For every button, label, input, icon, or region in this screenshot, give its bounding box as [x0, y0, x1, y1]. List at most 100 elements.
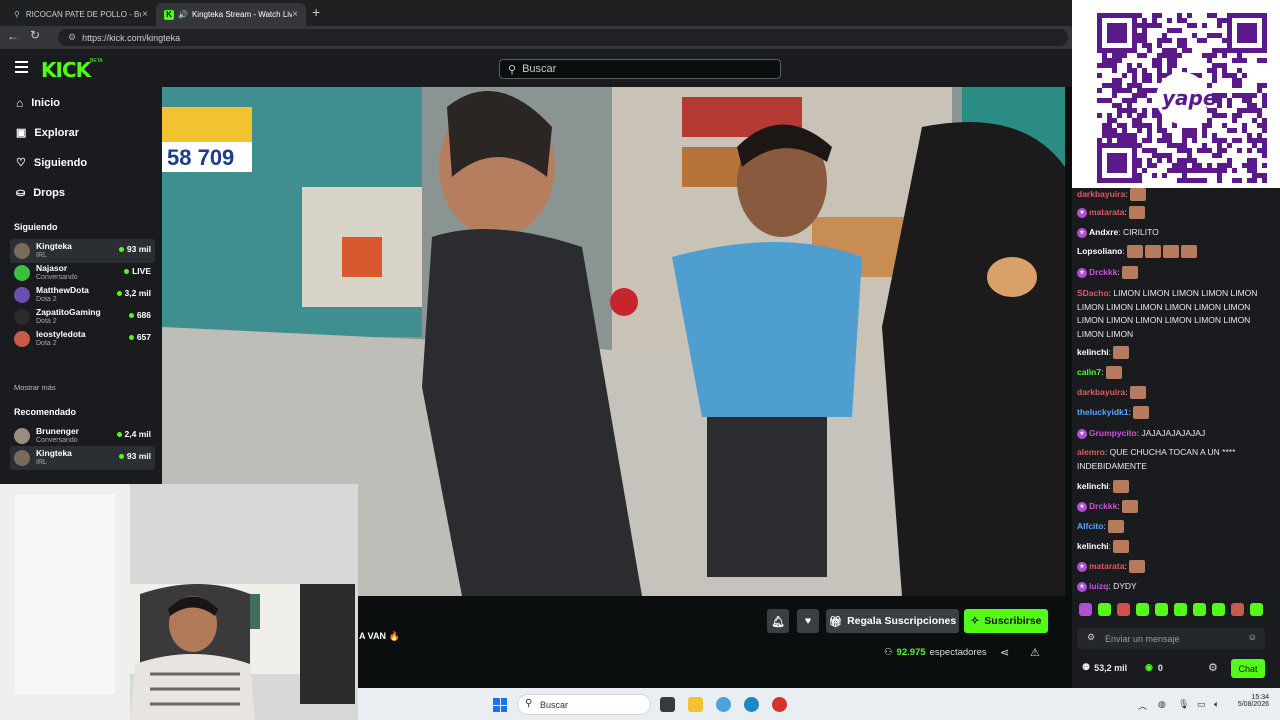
chat-username[interactable]: Drckkk: [1089, 267, 1117, 277]
channel-points[interactable]: ⚉ 53,2 mil: [1082, 662, 1127, 673]
tray-network-icon[interactable]: ◍: [1158, 699, 1166, 710]
qr-module: [1227, 163, 1232, 168]
kick-logo[interactable]: KICK: [41, 58, 91, 82]
chat-username[interactable]: Drckkk: [1089, 501, 1117, 511]
chat-username[interactable]: matarata: [1089, 561, 1124, 571]
chat-username[interactable]: kelinchi: [1077, 541, 1109, 551]
chrome-browser-icon[interactable]: [772, 697, 787, 712]
chat-settings-gear-icon[interactable]: ⚙: [1208, 661, 1218, 674]
chat-username[interactable]: luizq: [1089, 581, 1108, 591]
chat-username[interactable]: Alfcito: [1077, 521, 1103, 531]
qr-module: [1237, 68, 1242, 73]
sidebar-channel[interactable]: Brunenger Conversando 2,4 mil: [10, 424, 155, 448]
emoji-picker-icon[interactable]: ☺: [1248, 632, 1257, 642]
chat-username[interactable]: Andxre: [1089, 227, 1118, 237]
menu-icon[interactable]: [15, 61, 28, 73]
sidebar-channel[interactable]: Kingteka IRL 93 mil: [10, 239, 155, 263]
qr-module: [1167, 133, 1172, 138]
new-tab-icon[interactable]: +: [312, 4, 320, 20]
chat-settings-icon[interactable]: ⚙: [1087, 632, 1095, 643]
search-input[interactable]: ⚲ Buscar: [499, 59, 781, 79]
volume-icon[interactable]: 🔈︎: [1214, 699, 1219, 710]
channel-points-value: 53,2 mil: [1094, 662, 1128, 673]
qr-module: [1112, 53, 1117, 58]
windows-start-icon[interactable]: [493, 698, 507, 712]
microphone-icon[interactable]: 🎙︎: [1178, 699, 1189, 710]
kicks-balance[interactable]: ◉ 0: [1145, 662, 1163, 673]
chat-message-input[interactable]: ⚙ Enviar un mensaje ☺: [1077, 628, 1265, 649]
qr-module: [1217, 93, 1222, 98]
share-icon[interactable]: ⋖: [1000, 646, 1009, 659]
report-warning-icon[interactable]: ⚠: [1030, 646, 1040, 659]
search-placeholder: Buscar: [522, 63, 557, 75]
qr-module: [1132, 118, 1137, 123]
browser-tab-active[interactable]: K 🔊 Kingteka Stream - Watch Live ×: [156, 3, 306, 26]
qr-module: [1177, 168, 1182, 173]
chat-username[interactable]: darkbayuira: [1077, 189, 1125, 199]
qr-module: [1107, 138, 1112, 143]
close-tab-icon[interactable]: ×: [292, 9, 298, 20]
qr-module: [1157, 128, 1162, 133]
quick-emote-icon[interactable]: [1212, 603, 1225, 616]
display-icon[interactable]: ▭: [1197, 699, 1206, 710]
follow-heart-button[interactable]: ♥: [797, 609, 819, 633]
gift-icon: 🎁︎: [828, 615, 843, 628]
chat-send-button[interactable]: Chat: [1231, 659, 1265, 678]
qr-module: [1262, 173, 1267, 178]
nav-item-inicio[interactable]: ⌂ Inicio: [16, 96, 60, 110]
task-view-icon[interactable]: [660, 697, 675, 712]
quick-emote-icon[interactable]: [1098, 603, 1111, 616]
chat-username[interactable]: Grumpycito: [1089, 428, 1137, 438]
chat-username[interactable]: darkbayuira: [1077, 387, 1125, 397]
speaker-icon[interactable]: 🔊: [178, 10, 188, 19]
quick-emote-icon[interactable]: [1250, 603, 1263, 616]
taskbar-search-input[interactable]: ⚲ Buscar: [517, 694, 651, 715]
quick-emote-icon[interactable]: [1155, 603, 1168, 616]
chat-username[interactable]: kelinchi: [1077, 347, 1109, 357]
chat-emote-icon: [1133, 406, 1150, 420]
sidebar-channel[interactable]: Najasor Conversando LIVE: [10, 261, 155, 285]
sidebar-channel[interactable]: leostyledota Dota 2 657: [10, 327, 155, 351]
qr-module: [1122, 123, 1127, 128]
chat-message: SDacho: LIMON LIMON LIMON LIMON LIMON LI…: [1077, 288, 1258, 339]
tray-chevron-icon[interactable]: ︿: [1138, 699, 1147, 712]
url-input[interactable]: ⚙ https://kick.com/kingteka: [58, 29, 1068, 46]
quick-emote-icon[interactable]: [1193, 603, 1206, 616]
gift-subs-button[interactable]: 🎁︎ Regala Suscripciones: [826, 609, 959, 633]
quick-emote-icon[interactable]: [1174, 603, 1187, 616]
edge-browser-icon[interactable]: [744, 697, 759, 712]
copilot-icon[interactable]: [716, 697, 731, 712]
quick-emote-icon[interactable]: [1136, 603, 1149, 616]
qr-module: [1182, 143, 1187, 148]
live-dot-icon: [116, 431, 122, 437]
chat-username[interactable]: kelinchi: [1077, 481, 1109, 491]
nav-item-drops[interactable]: ⛀ Drops: [16, 186, 65, 200]
back-arrow-icon[interactable]: ←: [7, 29, 19, 43]
nav-item-explorar[interactable]: ▣ Explorar: [16, 126, 79, 140]
file-explorer-icon[interactable]: [688, 697, 703, 712]
close-tab-icon[interactable]: ×: [142, 9, 148, 20]
subscribe-button[interactable]: ✧ Suscribirse: [964, 609, 1048, 633]
sidebar-channel[interactable]: ZapatitoGaming Dota 2 686: [10, 305, 155, 329]
quick-emote-icon[interactable]: [1231, 603, 1244, 616]
chat-username[interactable]: theluckyidk1: [1077, 407, 1129, 417]
site-info-icon[interactable]: ⚙: [68, 32, 76, 43]
quick-emote-icon[interactable]: [1079, 603, 1092, 616]
sidebar-channel[interactable]: MatthewDota Dota 2 3,2 mil: [10, 283, 155, 307]
chat-username[interactable]: SDacho: [1077, 288, 1109, 298]
qr-module: [1257, 173, 1262, 178]
nav-item-siguiendo[interactable]: ♡ Siguiendo: [16, 156, 87, 170]
reload-icon[interactable]: ↻: [30, 28, 40, 42]
chat-username[interactable]: calin7: [1077, 367, 1101, 377]
notification-bell-button[interactable]: 🔔︎: [767, 609, 789, 633]
browser-tab[interactable]: ⚲ RICOCAN PATE DE POLLO - Búsqu ×: [6, 3, 156, 26]
taskbar-clock[interactable]: 15:34 5/08/2026: [1233, 694, 1269, 708]
chat-username[interactable]: alemro: [1077, 447, 1105, 457]
qr-module: [1112, 128, 1117, 133]
qr-module: [1197, 148, 1202, 153]
chat-username[interactable]: matarata: [1089, 207, 1124, 217]
show-more-link[interactable]: Mostrar más: [14, 383, 56, 392]
sidebar-channel[interactable]: Kingteka IRL 93 mil: [10, 446, 155, 470]
chat-username[interactable]: Lopsoliano: [1077, 246, 1122, 256]
quick-emote-icon[interactable]: [1117, 603, 1130, 616]
